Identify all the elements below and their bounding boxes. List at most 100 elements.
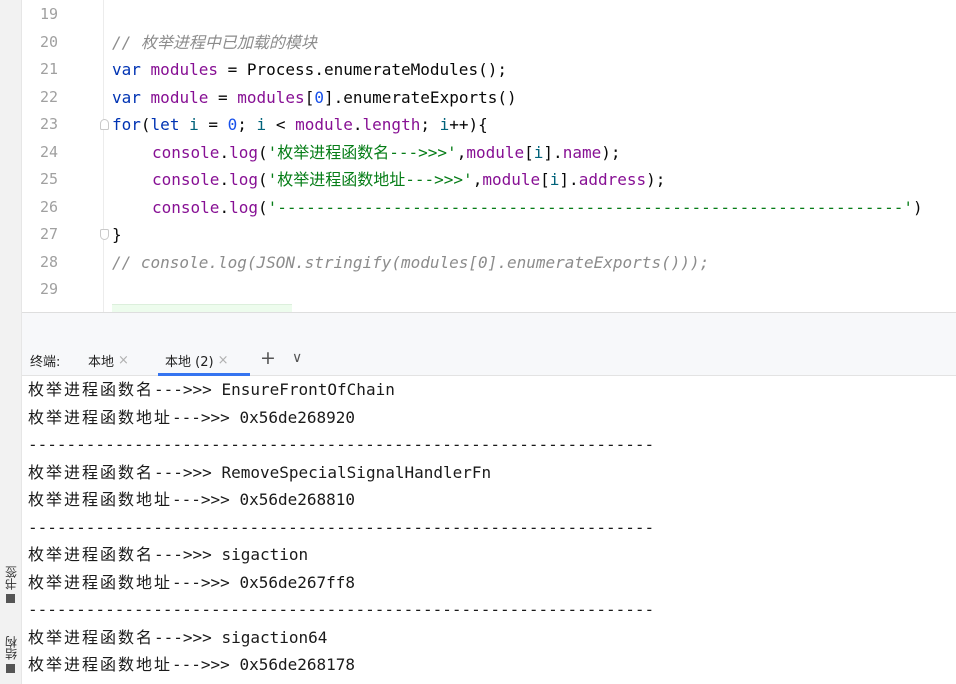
code-token: module xyxy=(150,87,209,107)
code-line[interactable]: 27} xyxy=(22,221,956,249)
code-token: '枚举进程函数地址--->>>' xyxy=(267,170,473,189)
code-token: ( xyxy=(257,197,268,217)
tab-local-2[interactable]: 本地 (2) × xyxy=(165,351,228,370)
line-number: 26 xyxy=(39,197,58,216)
code-token: . xyxy=(352,115,363,134)
code-token: [ xyxy=(304,87,315,107)
code-token: ; xyxy=(420,115,440,134)
code-line[interactable]: 25 console.log('枚举进程函数地址--->>>',module[i]… xyxy=(22,166,956,194)
code-text: } xyxy=(112,221,122,249)
editor-highlight-block xyxy=(112,304,292,312)
code-token: ) xyxy=(913,197,923,217)
code-token: module xyxy=(466,142,525,162)
fold-marker-icon[interactable] xyxy=(100,229,109,240)
terminal-line-text: --->>> EnsureFrontOfChain xyxy=(154,380,395,399)
left-tool-strip: 书签 结构 xyxy=(0,0,22,684)
code-token: ( xyxy=(257,170,268,189)
code-token: = xyxy=(198,115,228,134)
code-token: } xyxy=(112,225,122,244)
structure-tab-label: 结构 xyxy=(4,636,19,660)
code-token: console xyxy=(152,170,220,189)
code-token: log xyxy=(229,197,258,217)
code-token: var xyxy=(112,60,141,79)
code-token: module xyxy=(295,115,353,134)
code-token: , xyxy=(456,142,467,162)
structure-tool-tab[interactable]: 结构 xyxy=(1,636,21,673)
terminal-line: 枚举进程函数名--->>> EnsureFrontOfChain xyxy=(28,376,395,404)
code-line[interactable]: 28 // console.log(JSON.stringify(modules[… xyxy=(22,249,956,277)
terminal-line-text: ----------------------------------------… xyxy=(28,600,655,619)
panel-splitter[interactable] xyxy=(22,312,956,342)
terminal-line-text: --->>> 0x56de267ff8 xyxy=(172,572,356,592)
terminal-line-text: --->>> 0x56de268920 xyxy=(172,407,356,427)
code-token: ); xyxy=(646,170,666,189)
code-token: . xyxy=(219,142,230,162)
code-line[interactable]: 22 var module = modules[0].enumerateExpor… xyxy=(22,84,956,112)
tab-label: 本地 (2) xyxy=(165,355,214,370)
terminal-line-text: --->>> sigaction64 xyxy=(154,627,328,647)
code-token: ; xyxy=(237,115,257,134)
terminal-output[interactable]: 枚举进程函数名--->>> EnsureFrontOfChain 枚举进程函数地址… xyxy=(22,376,956,684)
code-token: // console.log(JSON.stringify(modules[0]… xyxy=(112,252,710,272)
chevron-down-icon[interactable]: ∨ xyxy=(292,350,302,366)
code-token: log xyxy=(229,142,258,162)
code-line[interactable]: 20 // 枚举进程中已加载的模块 xyxy=(22,29,956,57)
terminal-line-prefix: 枚举进程函数名 xyxy=(28,545,155,564)
terminal-line-prefix: 枚举进程函数名 xyxy=(28,380,155,399)
add-tab-icon[interactable]: + xyxy=(260,347,276,369)
line-number: 22 xyxy=(39,87,58,106)
code-token: i xyxy=(189,115,199,134)
bookmark-icon xyxy=(6,594,16,603)
code-text: var module = modules[0].enumerateExports… xyxy=(112,84,517,112)
code-token: . xyxy=(219,170,230,189)
code-token: '枚举进程函数名--->>>' xyxy=(267,142,457,162)
terminal-line: ----------------------------------------… xyxy=(28,514,654,542)
code-token: . xyxy=(219,197,230,217)
tab-label: 本地 xyxy=(88,355,115,370)
line-number: 19 xyxy=(39,5,58,23)
code-text: console.log('枚举进程函数地址--->>>',module[i].a… xyxy=(112,166,665,194)
terminal-tab-bar: 终端: 本地 × 本地 (2) × + ∨ xyxy=(22,342,956,376)
bookmarks-tool-tab[interactable]: 书签 xyxy=(1,566,21,603)
code-token: console xyxy=(152,197,220,217)
terminal-line-prefix: 枚举进程函数名 xyxy=(28,462,155,482)
bookmarks-tab-label: 书签 xyxy=(4,566,19,590)
structure-icon xyxy=(6,664,16,673)
terminal-line: 枚举进程函数名--->>> RemoveSpecialSignalHandler… xyxy=(28,459,491,487)
terminal-line: 枚举进程函数名--->>> sigaction64 xyxy=(28,624,327,652)
code-token: ); xyxy=(601,142,621,162)
code-line[interactable]: 26 console.log('-------------------------… xyxy=(22,194,956,222)
code-token: ++){ xyxy=(449,115,488,134)
code-token: modules xyxy=(150,60,218,79)
code-token: i xyxy=(549,170,560,189)
tab-local[interactable]: 本地 × xyxy=(88,351,129,370)
line-number: 23 xyxy=(39,115,58,133)
code-line[interactable]: 19 xyxy=(22,1,956,29)
terminal-line-prefix: 枚举进程函数地址 xyxy=(28,655,173,674)
code-token: module xyxy=(482,170,541,189)
line-number: 24 xyxy=(39,142,58,161)
fold-marker-icon[interactable] xyxy=(100,119,109,130)
terminal-line: 枚举进程函数地址--->>> 0x56de268810 xyxy=(28,486,355,514)
terminal-line: 枚举进程函数地址--->>> 0x56de268178 xyxy=(28,651,355,679)
code-token: name xyxy=(562,142,602,162)
code-line[interactable]: 29 xyxy=(22,276,956,304)
code-text: console.log('---------------------------… xyxy=(112,194,923,222)
close-icon[interactable]: × xyxy=(218,353,229,368)
code-token: ].enumerateExports() xyxy=(323,87,517,107)
code-token: i xyxy=(256,115,267,134)
code-text: var modules = Process.enumerateModules()… xyxy=(112,56,507,84)
terminal-line: 枚举进程函数名--->>> sigaction xyxy=(28,541,308,569)
code-editor[interactable]: 19 20 // 枚举进程中已加载的模块 21 var modules = Proces… xyxy=(22,0,956,312)
code-line[interactable]: 21 var modules = Process.enumerateModules… xyxy=(22,56,956,84)
close-icon[interactable]: × xyxy=(118,353,129,368)
code-text: // console.log(JSON.stringify(modules[0]… xyxy=(112,249,709,277)
line-number: 20 xyxy=(39,32,58,51)
code-line[interactable]: 24 console.log('枚举进程函数名--->>>',module[i].… xyxy=(22,139,956,167)
code-token: '---------------------------------------… xyxy=(267,197,914,217)
code-token: 0 xyxy=(227,115,238,134)
code-line[interactable]: 23 for(let i = 0; i < module.length; i++)… xyxy=(22,111,956,139)
terminal-line-prefix: 枚举进程函数地址 xyxy=(28,490,173,509)
code-token: 0 xyxy=(314,87,324,107)
